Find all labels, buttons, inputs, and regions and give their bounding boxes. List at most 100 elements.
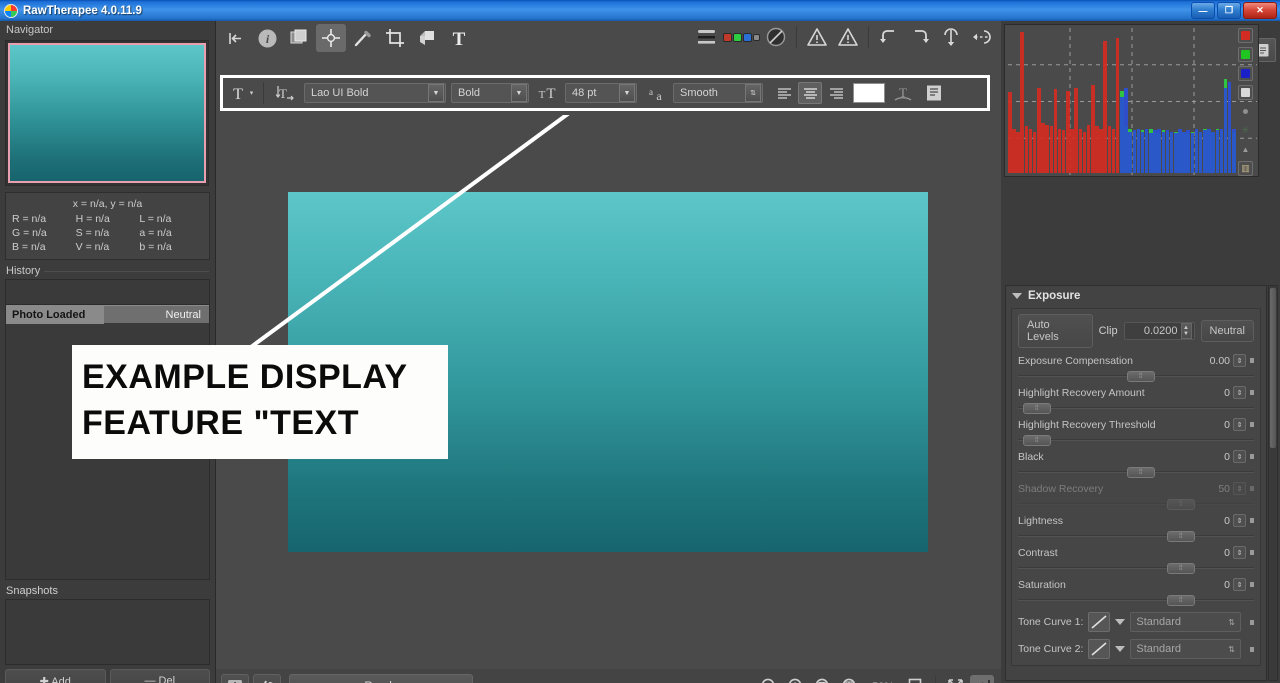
align-right-button[interactable] [824, 82, 848, 104]
info-icon[interactable]: i [252, 24, 282, 52]
tone-curve-chevron-down-icon[interactable] [1115, 619, 1126, 625]
slider-reset-icon[interactable] [1250, 422, 1254, 427]
antialias-updown-icon[interactable]: ⇅ [745, 84, 761, 102]
font-family-select[interactable]: Lao UI Bold ▼ [304, 83, 446, 103]
clipping-blue-indicator[interactable] [743, 32, 752, 42]
crop-tool-icon[interactable] [380, 24, 410, 52]
clip-spinner[interactable]: ▲ ▼ [1180, 323, 1192, 339]
histogram-green-button[interactable] [1238, 47, 1253, 62]
slider-spinner[interactable]: ⇕ [1233, 482, 1246, 495]
slider-track[interactable]: ⦙⦙ [1018, 433, 1254, 446]
tone-curve-icon[interactable] [1088, 612, 1111, 632]
slider-reset-icon[interactable] [1250, 390, 1254, 395]
text-tool-indicator-icon[interactable]: T ▾ [228, 81, 254, 105]
before-after-icon[interactable] [284, 24, 314, 52]
slider-reset-icon[interactable] [1250, 486, 1254, 491]
slider-exposure-compensation[interactable]: Exposure Compensation 0.00 ⇕ ⦙⦙ [1018, 354, 1254, 382]
histogram-red-button[interactable] [1238, 28, 1253, 43]
slider-knob[interactable]: ⦙⦙ [1022, 435, 1051, 446]
zoom-100-icon[interactable] [838, 675, 862, 683]
minimize-button[interactable]: — [1191, 2, 1215, 19]
histogram-panel[interactable]: ✳ ▲ ▥ [1004, 24, 1259, 177]
font-size-select[interactable]: 48 pt ▼ [565, 83, 637, 103]
clipping-luma-indicator[interactable] [753, 33, 760, 41]
zoom-in-icon[interactable] [784, 675, 808, 683]
save-image-icon[interactable] [221, 673, 249, 683]
slider-knob[interactable]: ⦙⦙ [1166, 563, 1195, 574]
slider-track[interactable]: ⦙⦙ [1018, 497, 1254, 510]
slider-reset-icon[interactable] [1250, 358, 1254, 363]
tool-panel-vertical-scrollbar[interactable] [1268, 285, 1278, 681]
histogram-toggle-icon[interactable] [692, 23, 722, 51]
font-family-chevron-down-icon[interactable]: ▼ [428, 84, 444, 102]
slider-knob[interactable]: ⦙⦙ [1126, 371, 1155, 382]
slider-knob[interactable]: ⦙⦙ [1126, 467, 1155, 478]
histogram-mode-icon[interactable]: ▲ [1238, 142, 1253, 157]
tone-curve-reset-icon[interactable] [1250, 646, 1254, 652]
flip-horizontal-icon[interactable] [967, 23, 997, 51]
crosshair-tool-icon[interactable] [316, 24, 346, 52]
scrollbar-thumb[interactable] [1270, 288, 1276, 448]
antialias-select[interactable]: Smooth ⇅ [673, 83, 763, 103]
slider-knob[interactable]: ⦙⦙ [1166, 499, 1195, 510]
histogram-raw-icon[interactable]: ✳ [1238, 123, 1253, 138]
image-canvas[interactable]: EXAMPLE DISPLAY FEATURE "TEXT [72, 115, 1001, 669]
slider-black[interactable]: Black 0 ⇕ ⦙⦙ [1018, 450, 1254, 478]
slider-track[interactable]: ⦙⦙ [1018, 529, 1254, 542]
slider-shadow-recovery[interactable]: Shadow Recovery 50 ⇕ ⦙⦙ [1018, 482, 1254, 510]
snapshot-del-button[interactable]: — Del [109, 669, 210, 683]
navigator-viewport-frame[interactable] [8, 43, 206, 183]
zoom-fit-icon[interactable] [811, 675, 835, 683]
histogram-luminance-button[interactable] [1238, 85, 1253, 100]
history-row[interactable]: Photo Loaded Neutral [6, 305, 209, 324]
hide-right-panel-icon[interactable] [970, 674, 994, 683]
slider-knob[interactable]: ⦙⦙ [1166, 531, 1195, 542]
warp-text-icon[interactable]: T [890, 81, 916, 105]
slider-highlight-recovery-threshold[interactable]: Highlight Recovery Threshold 0 ⇕ ⦙⦙ [1018, 418, 1254, 446]
auto-levels-button[interactable]: Auto Levels [1018, 314, 1093, 348]
font-style-select[interactable]: Bold ▼ [451, 83, 529, 103]
histogram-chroma-icon[interactable] [1238, 104, 1253, 119]
slider-reset-icon[interactable] [1250, 518, 1254, 523]
histogram-bars-mode-icon[interactable]: ▥ [1238, 161, 1253, 176]
close-button[interactable]: ✕ [1243, 2, 1277, 19]
snapshot-add-button[interactable]: ✚ Add [5, 669, 106, 683]
zoom-out-icon[interactable] [757, 675, 781, 683]
warning-shadow-icon[interactable] [802, 23, 832, 51]
collapse-panel-icon[interactable] [220, 24, 250, 52]
tone-curve-mode-select[interactable]: Standard ⇅ [1130, 639, 1241, 659]
slider-reset-icon[interactable] [1250, 582, 1254, 587]
snapshots-list[interactable] [5, 599, 210, 665]
straighten-tool-icon[interactable] [348, 24, 378, 52]
slider-contrast[interactable]: Contrast 0 ⇕ ⦙⦙ [1018, 546, 1254, 574]
slider-knob[interactable]: ⦙⦙ [1166, 595, 1195, 606]
font-style-chevron-down-icon[interactable]: ▼ [511, 84, 527, 102]
navigator-preview[interactable] [5, 40, 209, 186]
slider-spinner[interactable]: ⇕ [1233, 514, 1246, 527]
slider-track[interactable]: ⦙⦙ [1018, 465, 1254, 478]
slider-saturation[interactable]: Saturation 0 ⇕ ⦙⦙ [1018, 578, 1254, 606]
rotate-right-icon[interactable] [905, 23, 935, 51]
perspective-tool-icon[interactable] [412, 24, 442, 52]
slider-highlight-recovery-amount[interactable]: Highlight Recovery Amount 0 ⇕ ⦙⦙ [1018, 386, 1254, 414]
align-center-button[interactable] [798, 82, 822, 104]
rotate-left-icon[interactable] [874, 23, 904, 51]
clip-value-field[interactable]: 0.0200 ▲ ▼ [1123, 322, 1195, 340]
clipping-green-indicator[interactable] [733, 32, 742, 42]
color-profile-icon[interactable] [253, 673, 281, 683]
flip-vertical-icon[interactable] [936, 23, 966, 51]
slider-track[interactable]: ⦙⦙ [1018, 593, 1254, 606]
slider-spinner[interactable]: ⇕ [1233, 386, 1246, 399]
crop-to-fit-icon[interactable] [904, 675, 928, 683]
slider-track[interactable]: ⦙⦙ [1018, 401, 1254, 414]
slider-track[interactable]: ⦙⦙ [1018, 369, 1254, 382]
tone-curve-reset-icon[interactable] [1250, 619, 1254, 625]
align-left-button[interactable] [772, 82, 796, 104]
text-color-swatch[interactable] [853, 83, 885, 103]
slider-reset-icon[interactable] [1250, 454, 1254, 459]
status-button[interactable]: Ready [289, 673, 473, 683]
restore-button[interactable]: ❐ [1217, 2, 1241, 19]
neutral-button[interactable]: Neutral [1200, 320, 1254, 342]
slider-spinner[interactable]: ⇕ [1233, 418, 1246, 431]
tone-curve-mode-select[interactable]: Standard ⇅ [1130, 612, 1241, 632]
